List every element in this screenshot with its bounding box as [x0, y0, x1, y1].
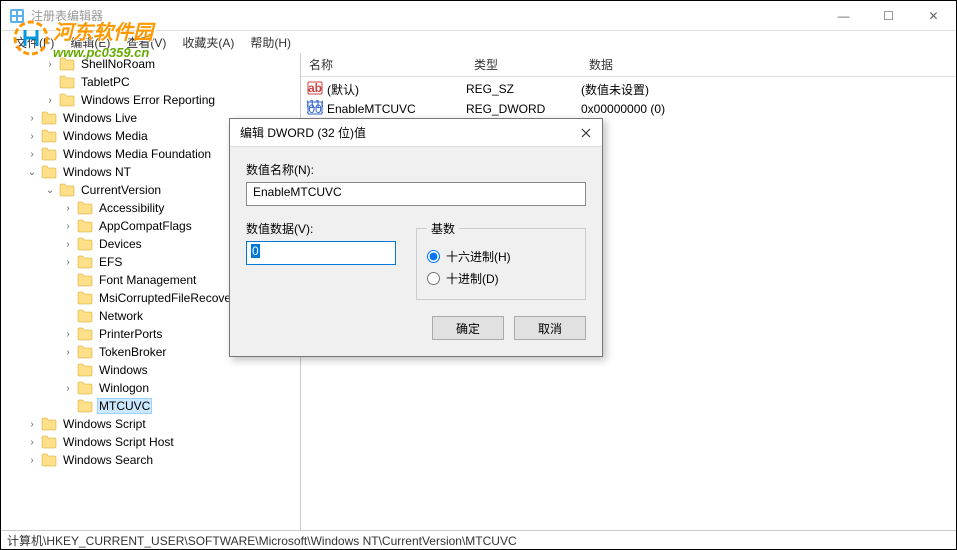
tree-label[interactable]: PrinterPorts: [97, 327, 164, 341]
list-row[interactable]: ab (默认)REG_SZ(数值未设置): [301, 79, 956, 99]
value-name: EnableMTCUVC: [327, 102, 466, 116]
menu-file[interactable]: 文件(F): [7, 32, 62, 53]
minimize-button[interactable]: —: [821, 1, 866, 31]
base-fieldset: 基数 十六进制(H) 十进制(D): [416, 220, 586, 300]
tree-label[interactable]: Network: [97, 309, 145, 323]
tree-toggle-icon[interactable]: ›: [61, 201, 75, 215]
menu-view[interactable]: 查看(V): [118, 32, 174, 53]
tree-label[interactable]: TabletPC: [79, 75, 132, 89]
tree-item[interactable]: › Windows Search: [1, 451, 300, 469]
tree-label[interactable]: MsiCorruptedFileRecovery: [97, 291, 243, 305]
list-row[interactable]: 01101001EnableMTCUVCREG_DWORD0x00000000 …: [301, 99, 956, 119]
tree-toggle-icon[interactable]: ›: [61, 345, 75, 359]
value-type: REG_DWORD: [466, 102, 581, 116]
svg-text:1001: 1001: [307, 102, 323, 116]
tree-label[interactable]: Windows Media Foundation: [61, 147, 213, 161]
tree-label[interactable]: Windows Script Host: [61, 435, 176, 449]
value-data-label: 数值数据(V):: [246, 220, 400, 237]
tree-toggle-icon[interactable]: ›: [25, 111, 39, 125]
tree-label[interactable]: Winlogon: [97, 381, 151, 395]
tree-toggle-icon[interactable]: ›: [61, 255, 75, 269]
menu-edit[interactable]: 编辑(E): [62, 32, 118, 53]
tree-toggle-icon[interactable]: ⌄: [43, 183, 57, 197]
col-name[interactable]: 名称: [301, 56, 466, 73]
tree-toggle-icon[interactable]: ›: [61, 237, 75, 251]
tree-toggle-icon[interactable]: ›: [43, 93, 57, 107]
value-data-input[interactable]: 0: [246, 241, 396, 265]
radio-dec[interactable]: 十进制(D): [427, 267, 575, 289]
status-bar: 计算机\HKEY_CURRENT_USER\SOFTWARE\Microsoft…: [1, 530, 956, 550]
dialog-title: 编辑 DWORD (32 位)值: [240, 124, 366, 141]
radio-hex[interactable]: 十六进制(H): [427, 245, 575, 267]
tree-toggle-icon[interactable]: ›: [25, 435, 39, 449]
value-name-field[interactable]: EnableMTCUVC: [246, 182, 586, 206]
tree-label[interactable]: Font Management: [97, 273, 198, 287]
value-name: (默认): [327, 81, 466, 98]
tree-label[interactable]: CurrentVersion: [79, 183, 163, 197]
value-type: REG_SZ: [466, 82, 581, 96]
close-icon: [581, 128, 591, 138]
radio-dec-input[interactable]: [427, 272, 440, 285]
edit-dword-dialog: 编辑 DWORD (32 位)值 数值名称(N): EnableMTCUVC 数…: [229, 118, 603, 357]
tree-toggle-icon[interactable]: ›: [61, 327, 75, 341]
tree-item[interactable]: › Windows Error Reporting: [1, 91, 300, 109]
tree-item[interactable]: MTCUVC: [1, 397, 300, 415]
tree-label[interactable]: EFS: [97, 255, 124, 269]
tree-label[interactable]: AppCompatFlags: [97, 219, 194, 233]
tree-toggle-icon[interactable]: ›: [25, 453, 39, 467]
tree-label[interactable]: Windows Error Reporting: [79, 93, 217, 107]
window-title: 注册表编辑器: [31, 7, 103, 24]
tree-item[interactable]: TabletPC: [1, 73, 300, 91]
tree-toggle-icon[interactable]: ›: [25, 147, 39, 161]
svg-text:ab: ab: [308, 81, 322, 95]
value-icon: ab: [301, 80, 327, 99]
app-icon: [9, 8, 25, 24]
value-data: (数值未设置): [581, 81, 956, 98]
tree-toggle-icon[interactable]: ›: [25, 129, 39, 143]
tree-label[interactable]: Windows Media: [61, 129, 150, 143]
tree-label[interactable]: Accessibility: [97, 201, 166, 215]
tree-label[interactable]: Devices: [97, 237, 144, 251]
dialog-titlebar: 编辑 DWORD (32 位)值: [230, 119, 602, 147]
tree-label[interactable]: MTCUVC: [97, 398, 152, 414]
tree-toggle-icon[interactable]: ›: [61, 219, 75, 233]
tree-item[interactable]: Windows: [1, 361, 300, 379]
value-data: 0x00000000 (0): [581, 102, 956, 116]
col-type[interactable]: 类型: [466, 56, 581, 73]
tree-label[interactable]: ShellNoRoam: [79, 57, 157, 71]
tree-item[interactable]: › Winlogon: [1, 379, 300, 397]
list-header: 名称 类型 数据: [301, 53, 956, 77]
tree-label[interactable]: Windows NT: [61, 165, 133, 179]
tree-toggle-icon[interactable]: ›: [61, 381, 75, 395]
cancel-button[interactable]: 取消: [514, 316, 586, 340]
value-icon: 01101001: [301, 100, 327, 119]
tree-label[interactable]: Windows Live: [61, 111, 139, 125]
tree-toggle-icon[interactable]: ›: [43, 57, 57, 71]
menu-favorites[interactable]: 收藏夹(A): [174, 32, 242, 53]
col-data[interactable]: 数据: [581, 56, 956, 73]
value-name-label: 数值名称(N):: [246, 161, 586, 178]
ok-button[interactable]: 确定: [432, 316, 504, 340]
tree-item[interactable]: › Windows Script: [1, 415, 300, 433]
tree-item[interactable]: › ShellNoRoam: [1, 55, 300, 73]
tree-toggle-icon[interactable]: ⌄: [25, 165, 39, 179]
dialog-close-button[interactable]: [576, 123, 596, 143]
radio-hex-input[interactable]: [427, 250, 440, 263]
tree-label[interactable]: Windows: [97, 363, 150, 377]
tree-label[interactable]: TokenBroker: [97, 345, 168, 359]
close-button[interactable]: ✕: [911, 1, 956, 31]
maximize-button[interactable]: ☐: [866, 1, 911, 31]
tree-item[interactable]: › Windows Script Host: [1, 433, 300, 451]
titlebar: 注册表编辑器 — ☐ ✕: [1, 1, 956, 31]
tree-toggle-icon[interactable]: ›: [25, 417, 39, 431]
menubar: 文件(F) 编辑(E) 查看(V) 收藏夹(A) 帮助(H): [1, 31, 956, 53]
tree-label[interactable]: Windows Script: [61, 417, 148, 431]
menu-help[interactable]: 帮助(H): [242, 32, 299, 53]
tree-label[interactable]: Windows Search: [61, 453, 155, 467]
base-legend: 基数: [427, 220, 459, 237]
